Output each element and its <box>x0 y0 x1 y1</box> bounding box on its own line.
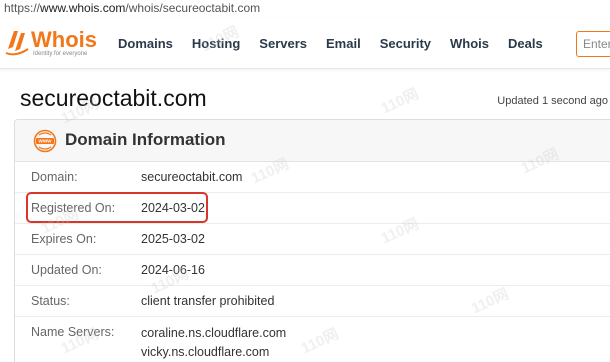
row-value: coraline.ns.cloudflare.com vicky.ns.clou… <box>141 324 286 362</box>
row-label: Name Servers: <box>31 325 115 339</box>
logo-tagline: Identity for everyone <box>33 51 88 57</box>
row-registered-on: Registered On: 2024-03-02 <box>15 193 610 224</box>
main-nav: Domains Hosting Servers Email Security W… <box>118 18 562 68</box>
row-label: Domain: <box>31 170 78 184</box>
row-value: 2024-06-16 <box>141 263 205 277</box>
row-expires-on: Expires On: 2025-03-02 <box>15 224 610 255</box>
row-value: secureoctabit.com <box>141 170 243 184</box>
row-updated-on: Updated On: 2024-06-16 <box>15 255 610 286</box>
address-bar[interactable]: https://www.whois.com/whois/secureoctabi… <box>0 0 610 18</box>
row-value: client transfer prohibited <box>141 294 275 308</box>
whois-logo[interactable]: Whois Identity for everyone <box>4 27 104 61</box>
info-rows: Domain: secureoctabit.com Registered On:… <box>15 162 610 361</box>
logo-wordmark: Whois <box>31 27 97 52</box>
watermark: 110网 <box>378 85 422 118</box>
row-domain: Domain: secureoctabit.com <box>15 162 610 193</box>
row-label: Registered On: <box>31 201 116 215</box>
site-header: Whois Identity for everyone Domains Host… <box>0 18 610 69</box>
nav-servers[interactable]: Servers <box>259 36 307 51</box>
card-title: Domain Information <box>65 130 226 149</box>
nav-whois[interactable]: Whois <box>450 36 489 51</box>
search-input[interactable] <box>576 31 610 57</box>
page-title: secureoctabit.com <box>20 85 207 111</box>
nav-hosting[interactable]: Hosting <box>192 36 240 51</box>
svg-text:WWW: WWW <box>38 139 52 144</box>
row-label: Expires On: <box>31 232 97 246</box>
url-host: www.whois.com <box>40 1 126 15</box>
row-value: 2024-03-02 <box>141 201 205 215</box>
www-globe-icon: WWW <box>33 129 57 153</box>
row-value: 2025-03-02 <box>141 232 205 246</box>
nav-domains[interactable]: Domains <box>118 36 173 51</box>
card-header: WWW Domain Information <box>15 120 610 162</box>
name-server-1: coraline.ns.cloudflare.com <box>141 326 287 340</box>
name-server-2: vicky.ns.cloudflare.com <box>141 345 270 359</box>
url-path: /whois/secureoctabit.com <box>125 1 261 15</box>
domain-info-card: WWW Domain Information Domain: secureoct… <box>14 119 610 362</box>
row-name-servers: Name Servers: coraline.ns.cloudflare.com… <box>15 317 610 361</box>
row-label: Status: <box>31 294 70 308</box>
updated-timestamp: Updated 1 second ago <box>497 95 608 107</box>
nav-security[interactable]: Security <box>380 36 431 51</box>
row-label: Updated On: <box>31 263 102 277</box>
url-prefix: https:// <box>4 1 41 15</box>
logo-mark-icon <box>5 31 29 56</box>
row-status: Status: client transfer prohibited <box>15 286 610 317</box>
page: https://www.whois.com/whois/secureoctabi… <box>0 0 610 362</box>
nav-deals[interactable]: Deals <box>508 36 543 51</box>
nav-email[interactable]: Email <box>326 36 361 51</box>
